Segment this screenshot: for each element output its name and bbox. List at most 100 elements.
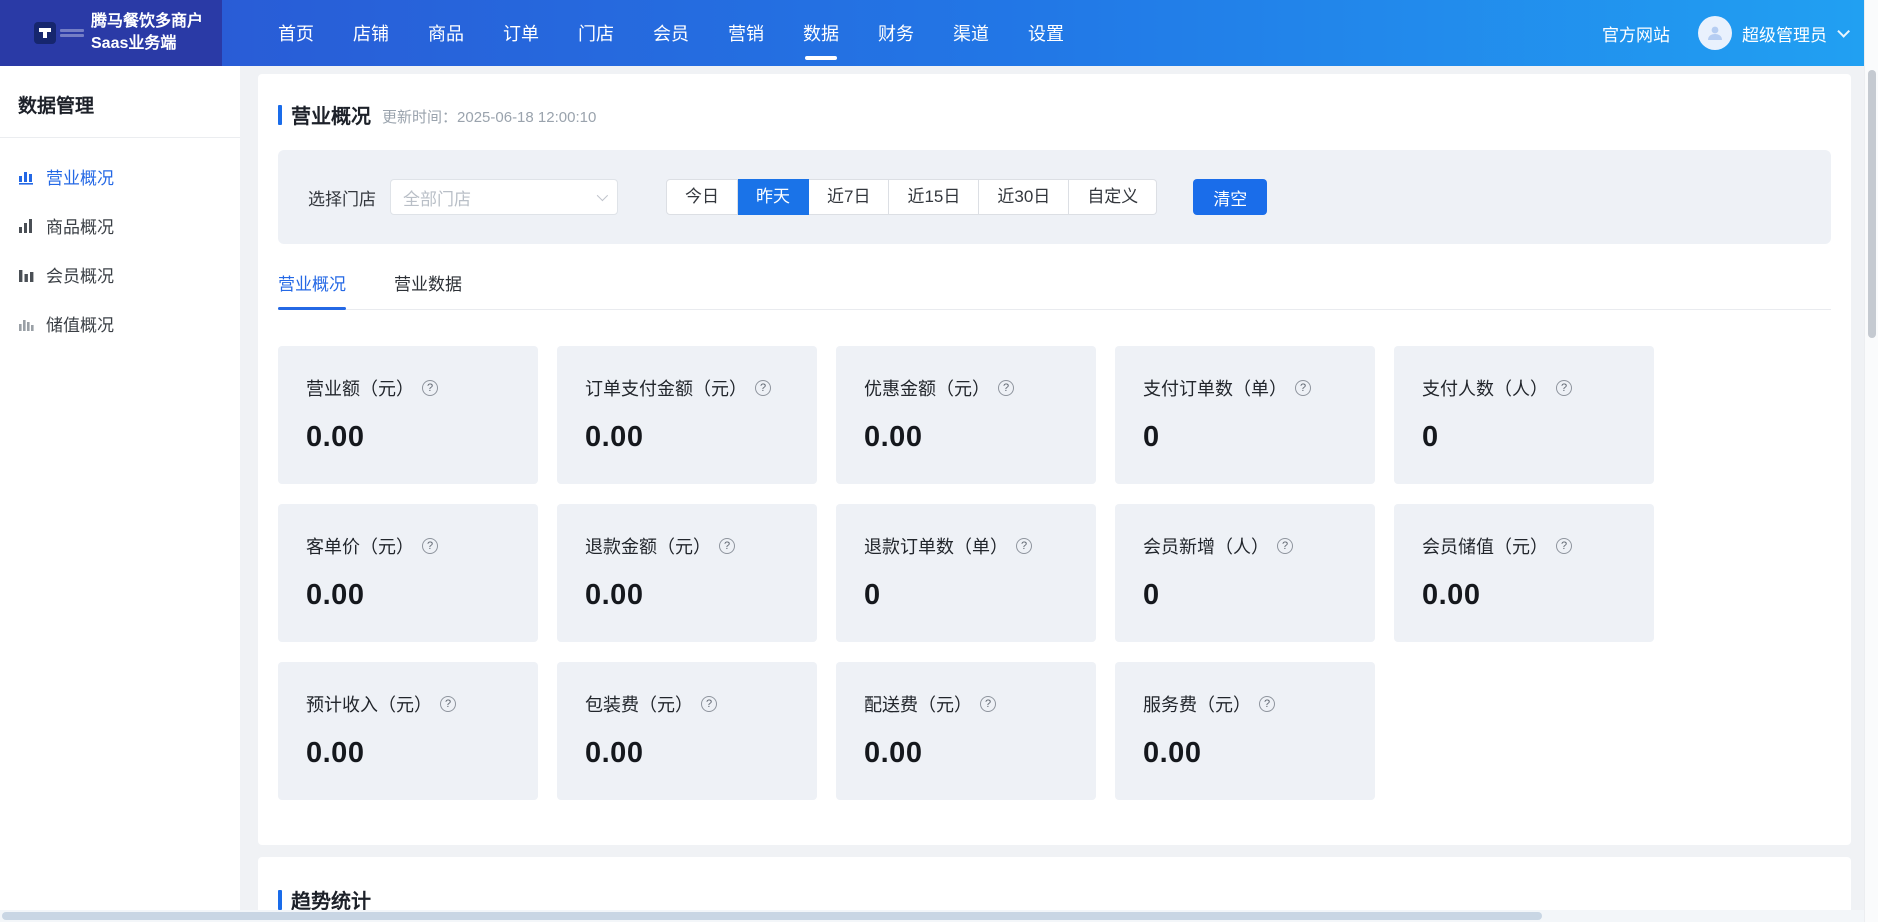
sidebar-item-label: 商品概况: [46, 213, 114, 238]
stat-value: 0.00: [1422, 579, 1626, 612]
stat-label-text: 会员储值（元）: [1422, 533, 1548, 559]
sidebar-item-business-overview[interactable]: 营业概况: [0, 152, 240, 201]
stat-value: 0.00: [1143, 737, 1347, 770]
sidebar-item-label: 会员概况: [46, 262, 114, 287]
help-icon[interactable]: [998, 380, 1014, 396]
help-icon[interactable]: [980, 696, 996, 712]
stat-label-text: 服务费（元）: [1143, 691, 1251, 717]
nav-item-stores[interactable]: 门店: [578, 20, 614, 46]
stat-label-text: 支付人数（人）: [1422, 375, 1548, 401]
range-button-15days[interactable]: 近15日: [889, 179, 979, 215]
range-button-today[interactable]: 今日: [666, 179, 738, 215]
help-icon[interactable]: [701, 696, 717, 712]
stat-value: 0: [1143, 421, 1347, 454]
help-icon[interactable]: [755, 380, 771, 396]
stat-label: 退款订单数（单）: [864, 533, 1068, 559]
stat-label: 订单支付金额（元）: [585, 375, 789, 401]
filter-panel: 选择门店 全部门店 今日 昨天 近7日 近15日 近30日 自定义 清空: [278, 150, 1831, 244]
help-icon[interactable]: [1277, 538, 1293, 554]
tab-business-overview[interactable]: 营业概况: [278, 270, 346, 309]
store-select[interactable]: 全部门店: [390, 179, 618, 215]
stat-value: 0.00: [585, 421, 789, 454]
sidebar-item-goods-overview[interactable]: 商品概况: [0, 201, 240, 250]
chevron-down-icon: [597, 190, 608, 201]
business-overview-panel: 营业概况 更新时间：2025-06-18 12:00:10 选择门店 全部门店 …: [258, 74, 1851, 845]
vertical-scrollbar-thumb[interactable]: [1868, 70, 1876, 338]
page-layout: 数据管理 营业概况 商品概况: [0, 66, 1878, 922]
horizontal-scrollbar[interactable]: [0, 910, 1864, 922]
accent-bar: [278, 105, 282, 125]
bar-chart-icon: [18, 168, 35, 185]
help-icon[interactable]: [1556, 538, 1572, 554]
main-content: 营业概况 更新时间：2025-06-18 12:00:10 选择门店 全部门店 …: [258, 74, 1851, 922]
stat-label: 服务费（元）: [1143, 691, 1347, 717]
nav-item-channels[interactable]: 渠道: [953, 20, 989, 46]
chevron-down-icon: [1837, 25, 1850, 38]
main-nav: 首页 店铺 商品 订单 门店 会员 营销 数据 财务 渠道 设置: [278, 20, 1064, 46]
help-icon[interactable]: [719, 538, 735, 554]
stat-card-delivery-fee: 配送费（元） 0.00: [836, 662, 1096, 800]
help-icon[interactable]: [1556, 380, 1572, 396]
stat-label-text: 优惠金额（元）: [864, 375, 990, 401]
range-button-7days[interactable]: 近7日: [809, 179, 889, 215]
help-icon[interactable]: [1295, 380, 1311, 396]
range-button-yesterday[interactable]: 昨天: [738, 179, 809, 215]
stat-card-new-members: 会员新增（人） 0: [1115, 504, 1375, 642]
sidebar-item-label: 储值概况: [46, 311, 114, 336]
clear-button[interactable]: 清空: [1193, 179, 1267, 215]
nav-item-marketing[interactable]: 营销: [728, 20, 764, 46]
stat-label: 会员储值（元）: [1422, 533, 1626, 559]
user-menu[interactable]: 超级管理员: [1698, 16, 1846, 50]
stat-label-text: 会员新增（人）: [1143, 533, 1269, 559]
sidebar-item-storedvalue-overview[interactable]: 储值概况: [0, 299, 240, 348]
stat-label-text: 支付订单数（单）: [1143, 375, 1287, 401]
user-name: 超级管理员: [1742, 21, 1827, 46]
stat-label-text: 客单价（元）: [306, 533, 414, 559]
stat-label: 退款金额（元）: [585, 533, 789, 559]
help-icon[interactable]: [1259, 696, 1275, 712]
nav-item-data[interactable]: 数据: [803, 20, 839, 46]
nav-item-home[interactable]: 首页: [278, 20, 314, 46]
nav-item-finance[interactable]: 财务: [878, 20, 914, 46]
nav-item-shop[interactable]: 店铺: [353, 20, 389, 46]
tab-business-data[interactable]: 营业数据: [394, 270, 462, 309]
nav-item-settings[interactable]: 设置: [1028, 20, 1064, 46]
stat-value: 0: [1422, 421, 1626, 454]
store-select-label: 选择门店: [308, 185, 376, 210]
update-time: 更新时间：2025-06-18 12:00:10: [382, 103, 596, 127]
help-icon[interactable]: [440, 696, 456, 712]
stat-value: 0.00: [585, 737, 789, 770]
help-icon[interactable]: [1016, 538, 1032, 554]
help-icon[interactable]: [422, 538, 438, 554]
vertical-scrollbar[interactable]: [1864, 0, 1878, 922]
bar-chart-icon: [18, 266, 35, 283]
stat-cards-grid: 营业额（元） 0.00 订单支付金额（元） 0.00 优惠金额（元）: [278, 346, 1831, 800]
horizontal-scrollbar-thumb[interactable]: [2, 912, 1542, 920]
official-website-link[interactable]: 官方网站: [1602, 21, 1670, 46]
stat-label-text: 包装费（元）: [585, 691, 693, 717]
stat-card-packaging-fee: 包装费（元） 0.00: [557, 662, 817, 800]
stat-card-member-stored-value: 会员储值（元） 0.00: [1394, 504, 1654, 642]
sidebar-item-label: 营业概况: [46, 164, 114, 189]
sidebar-menu: 营业概况 商品概况 会员概况: [0, 138, 240, 348]
range-button-30days[interactable]: 近30日: [979, 179, 1069, 215]
nav-item-members[interactable]: 会员: [653, 20, 689, 46]
stat-card-service-fee: 服务费（元） 0.00: [1115, 662, 1375, 800]
help-icon[interactable]: [422, 380, 438, 396]
stat-card-paid-orders: 支付订单数（单） 0: [1115, 346, 1375, 484]
stat-label: 配送费（元）: [864, 691, 1068, 717]
range-button-custom[interactable]: 自定义: [1069, 179, 1157, 215]
stat-value: 0: [864, 579, 1068, 612]
nav-item-goods[interactable]: 商品: [428, 20, 464, 46]
user-avatar: [1698, 16, 1732, 50]
stat-value: 0.00: [864, 737, 1068, 770]
stat-label-text: 营业额（元）: [306, 375, 414, 401]
stat-value: 0.00: [306, 579, 510, 612]
page-title: 营业概况: [291, 100, 371, 129]
sidebar-item-member-overview[interactable]: 会员概况: [0, 250, 240, 299]
stat-card-expected-income: 预计收入（元） 0.00: [278, 662, 538, 800]
sidebar-title: 数据管理: [0, 66, 240, 137]
stat-label: 优惠金额（元）: [864, 375, 1068, 401]
top-navbar: 腾马餐饮多商户Saas业务端 首页 店铺 商品 订单 门店 会员 营销 数据 财…: [0, 0, 1864, 66]
nav-item-orders[interactable]: 订单: [503, 20, 539, 46]
